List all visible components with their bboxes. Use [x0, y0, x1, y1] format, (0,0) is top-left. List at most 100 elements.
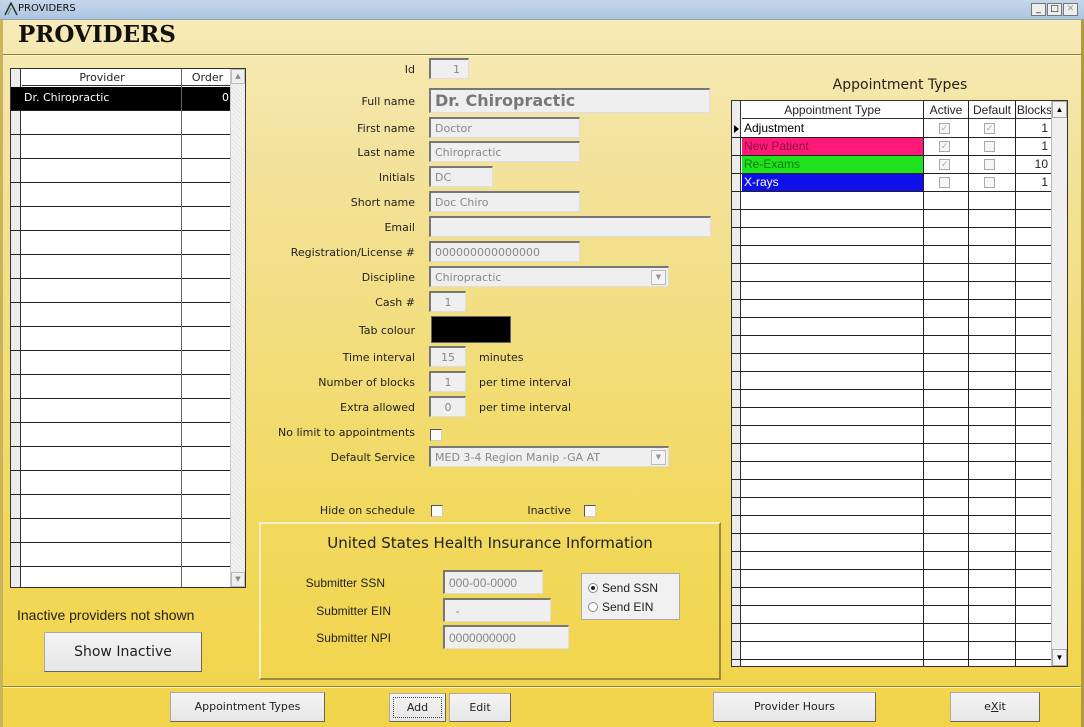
default-checkbox[interactable]: [984, 177, 995, 188]
column-header-blocks[interactable]: Blocks: [1016, 103, 1053, 117]
appointment-type-row[interactable]: New Patient ✓ 1: [732, 138, 1053, 156]
appointment-types-grid[interactable]: Appointment Type Active Default Blocks A…: [731, 100, 1068, 667]
provider-row[interactable]: [11, 375, 232, 399]
provider-row[interactable]: [11, 495, 232, 519]
provider-grid[interactable]: Provider Order Dr. Chiropractic 0 ▲ ▼: [10, 68, 246, 588]
default-service-select[interactable]: MED 3-4 Region Manip -GA AT ▼: [429, 446, 669, 467]
provider-row[interactable]: [11, 423, 232, 447]
provider-row[interactable]: [11, 303, 232, 327]
full-name-field[interactable]: Dr. Chiropractic: [429, 88, 710, 113]
column-header-provider[interactable]: Provider: [22, 71, 182, 84]
provider-row[interactable]: [11, 351, 232, 375]
appointment-type-row[interactable]: [732, 462, 1053, 480]
appointment-type-row[interactable]: [732, 408, 1053, 426]
last-name-field[interactable]: Chiropractic: [429, 141, 580, 162]
appointment-type-row[interactable]: [732, 588, 1053, 606]
appointment-type-row[interactable]: [732, 264, 1053, 282]
active-checkbox[interactable]: [939, 177, 950, 188]
send-ssn-radio[interactable]: Send SSN: [588, 581, 658, 595]
show-inactive-button[interactable]: Show Inactive: [44, 632, 202, 672]
appointment-type-row[interactable]: [732, 246, 1053, 264]
first-name-field[interactable]: Doctor: [429, 117, 580, 138]
appointment-type-row[interactable]: [732, 570, 1053, 588]
scroll-down-arrow-icon[interactable]: ▼: [1052, 649, 1067, 666]
provider-row[interactable]: [11, 231, 232, 255]
appointment-type-row[interactable]: [732, 516, 1053, 534]
chevron-down-icon[interactable]: ▼: [651, 270, 666, 285]
provider-row[interactable]: [11, 183, 232, 207]
provider-row[interactable]: [11, 135, 232, 159]
add-button[interactable]: Add: [389, 693, 446, 722]
provider-row[interactable]: [11, 519, 232, 543]
provider-row[interactable]: [11, 255, 232, 279]
appointment-type-row[interactable]: [732, 624, 1053, 642]
exit-button[interactable]: eXit: [950, 692, 1040, 722]
appointment-type-row[interactable]: [732, 300, 1053, 318]
active-checkbox[interactable]: ✓: [939, 123, 950, 134]
appointment-type-row[interactable]: [732, 642, 1053, 660]
time-interval-field[interactable]: 15: [429, 346, 466, 367]
appointment-types-button[interactable]: Appointment Types: [170, 692, 325, 722]
initials-field[interactable]: DC: [429, 166, 493, 187]
active-checkbox[interactable]: ✓: [939, 159, 950, 170]
no-limit-checkbox[interactable]: [430, 429, 442, 441]
appointment-type-row[interactable]: [732, 318, 1053, 336]
default-checkbox[interactable]: [984, 159, 995, 170]
appointment-type-row[interactable]: Re-Exams ✓ 10: [732, 156, 1053, 174]
appointment-type-row[interactable]: [732, 282, 1053, 300]
chevron-down-icon[interactable]: ▼: [651, 450, 666, 465]
provider-row[interactable]: [11, 567, 232, 587]
extra-allowed-field[interactable]: 0: [429, 396, 466, 417]
provider-row[interactable]: [11, 327, 232, 351]
provider-hours-button[interactable]: Provider Hours: [713, 692, 876, 722]
maximize-button[interactable]: □: [1047, 3, 1062, 16]
edit-button[interactable]: Edit: [449, 693, 511, 722]
cash-field[interactable]: 1: [429, 291, 466, 312]
id-field[interactable]: 1: [429, 58, 469, 79]
registration-field[interactable]: 000000000000000: [429, 241, 580, 262]
provider-row[interactable]: [11, 111, 232, 135]
provider-row[interactable]: [11, 279, 232, 303]
appointment-type-row[interactable]: X-rays 1: [732, 174, 1053, 192]
tab-colour-swatch[interactable]: [431, 316, 511, 343]
provider-row[interactable]: [11, 447, 232, 471]
column-header-active[interactable]: Active: [924, 103, 968, 117]
provider-row[interactable]: [11, 207, 232, 231]
default-checkbox[interactable]: [984, 141, 995, 152]
send-ein-radio[interactable]: Send EIN: [588, 600, 653, 614]
appointment-type-row[interactable]: [732, 444, 1053, 462]
provider-row[interactable]: Dr. Chiropractic 0: [11, 87, 232, 111]
close-button[interactable]: ✕: [1063, 3, 1078, 16]
short-name-field[interactable]: Doc Chiro: [429, 191, 580, 212]
appointment-type-row[interactable]: [732, 228, 1053, 246]
provider-row[interactable]: [11, 159, 232, 183]
inactive-checkbox[interactable]: [584, 505, 596, 517]
appointment-type-row[interactable]: [732, 390, 1053, 408]
provider-row[interactable]: [11, 471, 232, 495]
appointment-type-row[interactable]: [732, 498, 1053, 516]
scroll-up-arrow-icon[interactable]: ▲: [1052, 101, 1067, 118]
submitter-ein-field[interactable]: -: [443, 598, 551, 622]
email-field[interactable]: [429, 216, 711, 237]
appointment-type-row[interactable]: [732, 210, 1053, 228]
appointment-type-row[interactable]: [732, 372, 1053, 390]
appointment-type-row[interactable]: [732, 606, 1053, 624]
appointment-type-row[interactable]: [732, 426, 1053, 444]
provider-row[interactable]: [11, 543, 232, 567]
discipline-select[interactable]: Chiropractic ▼: [429, 266, 669, 287]
scroll-down-arrow-icon[interactable]: ▼: [231, 572, 245, 587]
submitter-npi-field[interactable]: 0000000000: [443, 625, 569, 649]
column-header-default[interactable]: Default: [969, 103, 1015, 117]
appointment-type-row[interactable]: [732, 354, 1053, 372]
appointment-type-row[interactable]: Adjustment ✓ ✓ 1: [732, 120, 1053, 138]
appointment-type-row[interactable]: [732, 192, 1053, 210]
minimize-button[interactable]: _: [1031, 3, 1046, 16]
default-checkbox[interactable]: ✓: [984, 123, 995, 134]
submitter-ssn-field[interactable]: 000-00-0000: [443, 570, 543, 594]
number-of-blocks-field[interactable]: 1: [429, 371, 466, 392]
appointment-type-row[interactable]: [732, 480, 1053, 498]
active-checkbox[interactable]: ✓: [939, 141, 950, 152]
appointment-type-row[interactable]: [732, 336, 1053, 354]
column-header-appointment-type[interactable]: Appointment Type: [742, 103, 923, 117]
appointment-type-row[interactable]: [732, 552, 1053, 570]
